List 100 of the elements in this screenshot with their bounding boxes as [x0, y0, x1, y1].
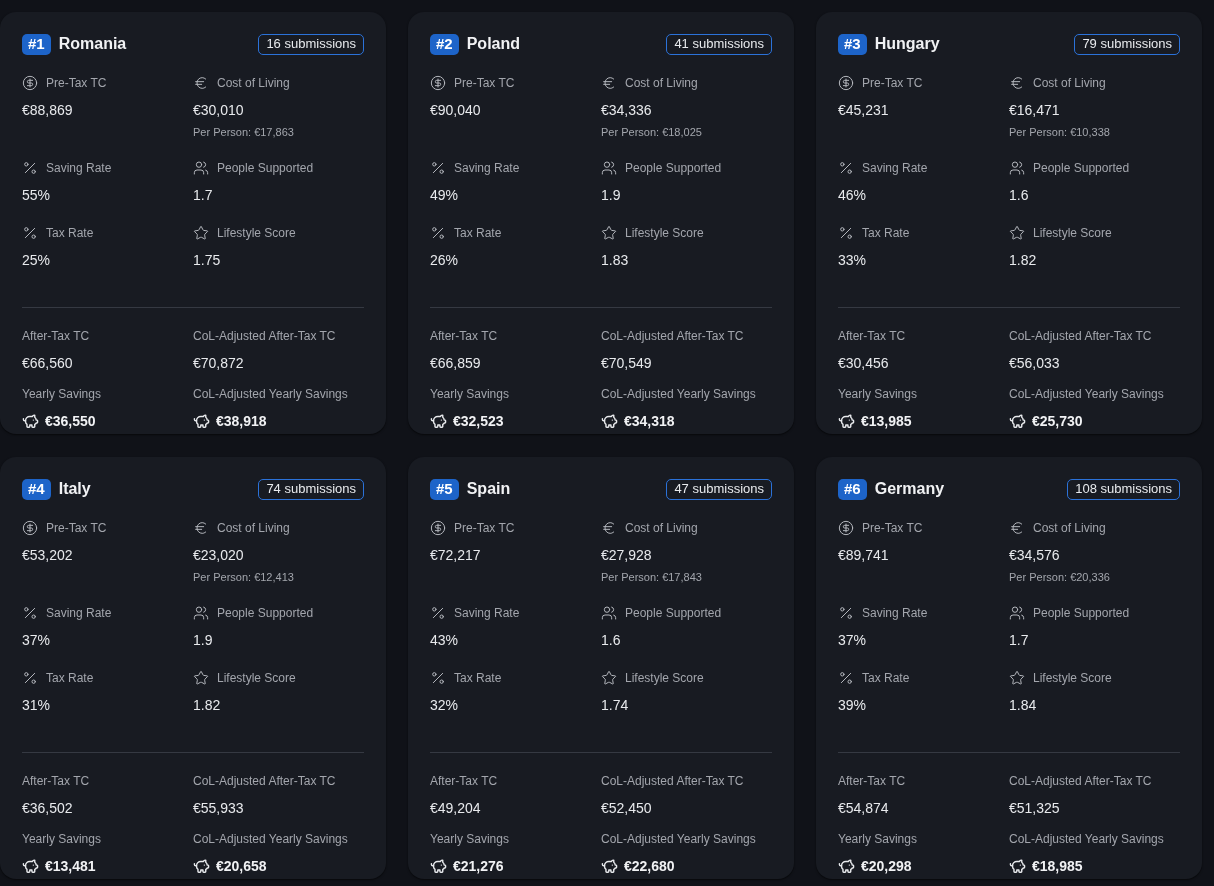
stat-value: 32%	[430, 695, 459, 715]
country-name: Germany	[874, 479, 945, 499]
stat-label: Cost of Living	[625, 520, 698, 537]
summary-value: €51,325	[1009, 798, 1060, 818]
stat-value: 1.7	[193, 185, 213, 205]
stat-value: 31%	[22, 695, 51, 715]
piggy-bank-icon	[838, 857, 855, 875]
piggy-bank-icon	[1009, 857, 1026, 875]
summary-label: Yearly Savings	[430, 385, 509, 403]
percent-icon	[838, 224, 854, 241]
summary-label: CoL-Adjusted Yearly Savings	[193, 830, 348, 848]
summary-label: CoL-Adjusted After-Tax TC	[601, 772, 744, 790]
summary-label: CoL-Adjusted After-Tax TC	[1009, 327, 1152, 345]
summary-label: After-Tax TC	[22, 772, 90, 790]
stat-label: Lifestyle Score	[217, 669, 296, 687]
stat-label: Tax Rate	[46, 224, 94, 242]
piggy-bank-icon	[601, 412, 618, 430]
summary-value: €54,874	[838, 798, 889, 818]
rank-badge: #2	[430, 33, 459, 55]
euro-icon	[193, 520, 209, 536]
piggy-bank-icon	[193, 412, 210, 430]
stat-value: 1.6	[1009, 185, 1029, 205]
stat-value: €34,576	[1009, 546, 1060, 565]
submissions-badge: 74 submissions	[258, 478, 364, 500]
stat-value: €72,217	[430, 546, 481, 565]
star-icon	[1009, 669, 1025, 686]
summary-value: €21,276	[453, 856, 504, 876]
stat-label: Saving Rate	[454, 159, 520, 177]
summary-label: After-Tax TC	[430, 772, 498, 790]
stat-label: People Supported	[625, 159, 722, 177]
stat-label: People Supported	[217, 159, 314, 177]
percent-icon	[838, 669, 854, 686]
stat-label: Pre-Tax TC	[46, 520, 107, 537]
stat-value: 25%	[22, 250, 51, 270]
per-person-note: Per Person: €10,338	[1009, 125, 1110, 140]
dollar-coin-icon	[430, 75, 446, 91]
submissions-badge: 79 submissions	[1074, 33, 1180, 55]
piggy-bank-icon	[601, 857, 618, 875]
star-icon	[193, 224, 209, 241]
stat-label: Lifestyle Score	[217, 224, 296, 242]
stat-value: €90,040	[430, 101, 481, 120]
people-icon	[601, 159, 617, 176]
stat-label: Lifestyle Score	[625, 224, 704, 242]
euro-icon	[601, 75, 617, 91]
piggy-bank-icon	[430, 412, 447, 430]
dollar-coin-icon	[22, 520, 38, 536]
summary-label: CoL-Adjusted After-Tax TC	[193, 772, 336, 790]
summary-label: After-Tax TC	[22, 327, 90, 345]
summary-value: €13,481	[45, 856, 96, 876]
percent-icon	[430, 224, 446, 241]
rank-badge: #5	[430, 478, 459, 500]
summary-label: After-Tax TC	[838, 772, 906, 790]
per-person-note: Per Person: €20,336	[1009, 570, 1110, 585]
stat-value: 1.84	[1009, 695, 1037, 715]
people-icon	[193, 604, 209, 621]
summary-value: €18,985	[1032, 856, 1083, 876]
summary-value: €36,550	[45, 411, 96, 431]
stat-value: 1.9	[601, 185, 621, 205]
stat-label: Cost of Living	[1033, 520, 1106, 537]
euro-icon	[601, 520, 617, 536]
submissions-badge: 108 submissions	[1067, 478, 1180, 500]
stat-value: 37%	[838, 630, 867, 650]
percent-icon	[430, 669, 446, 686]
stat-value: 1.7	[1009, 630, 1029, 650]
summary-value: €25,730	[1032, 411, 1083, 431]
stat-label: Tax Rate	[454, 669, 502, 687]
summary-label: Yearly Savings	[22, 385, 101, 403]
stat-label: Cost of Living	[217, 520, 290, 537]
piggy-bank-icon	[22, 857, 39, 875]
euro-icon	[1009, 520, 1025, 536]
summary-value: €66,859	[430, 353, 481, 373]
dollar-coin-icon	[838, 520, 854, 536]
people-icon	[1009, 604, 1025, 621]
per-person-note: Per Person: €12,413	[193, 570, 294, 585]
stat-value: €45,231	[838, 101, 889, 120]
stat-label: Pre-Tax TC	[46, 75, 107, 92]
summary-value: €22,680	[624, 856, 675, 876]
per-person-note: Per Person: €17,863	[193, 125, 294, 140]
summary-value: €52,450	[601, 798, 652, 818]
stat-value: 55%	[22, 185, 51, 205]
euro-icon	[1009, 75, 1025, 91]
summary-value: €70,872	[193, 353, 244, 373]
summary-value: €20,298	[861, 856, 912, 876]
stat-label: Cost of Living	[625, 75, 698, 92]
stat-label: Pre-Tax TC	[454, 75, 515, 92]
stat-value: 1.75	[193, 250, 221, 270]
rank-badge: #6	[838, 478, 867, 500]
dollar-coin-icon	[430, 520, 446, 536]
stat-value: 37%	[22, 630, 51, 650]
stat-label: Lifestyle Score	[1033, 669, 1112, 687]
stat-label: People Supported	[625, 604, 722, 622]
piggy-bank-icon	[1009, 412, 1026, 430]
summary-label: Yearly Savings	[22, 830, 101, 848]
stat-label: Lifestyle Score	[625, 669, 704, 687]
stat-value: 26%	[430, 250, 459, 270]
summary-label: After-Tax TC	[430, 327, 498, 345]
summary-value: €20,658	[216, 856, 267, 876]
star-icon	[193, 669, 209, 686]
stat-value: €34,336	[601, 101, 652, 120]
summary-label: Yearly Savings	[430, 830, 509, 848]
